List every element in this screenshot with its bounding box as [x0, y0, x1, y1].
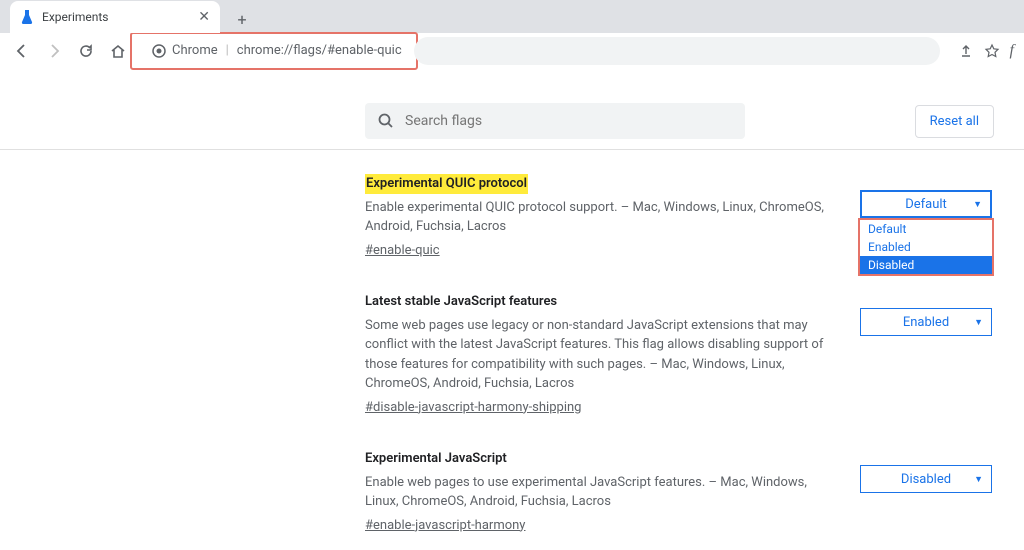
url-highlight-box: Chrome | chrome://flags/#enable-quic [130, 32, 418, 70]
flag-item: Experimental QUIC protocol Enable experi… [365, 174, 994, 260]
flag-hash-link[interactable]: #disable-javascript-harmony-shipping [365, 398, 581, 418]
home-button[interactable] [106, 39, 130, 63]
flag-title: Latest stable JavaScript features [365, 292, 840, 312]
star-icon[interactable] [984, 43, 1000, 59]
forward-button[interactable] [42, 39, 66, 63]
close-icon[interactable]: ✕ [198, 9, 210, 25]
flag-hash-link[interactable]: #enable-javascript-harmony [365, 516, 525, 536]
address-bar[interactable]: Chrome | chrome://flags/#enable-quic [138, 37, 416, 65]
reset-all-button[interactable]: Reset all [915, 105, 994, 138]
search-icon [377, 112, 395, 130]
dropdown-option[interactable]: Enabled [860, 238, 992, 256]
flag-select[interactable]: Enabled ▼ [860, 308, 992, 336]
flag-dropdown: Default Enabled Disabled [858, 218, 994, 276]
browser-tab[interactable]: Experiments ✕ [10, 1, 220, 33]
search-placeholder: Search flags [405, 113, 482, 129]
chevron-down-icon: ▼ [973, 199, 982, 210]
new-tab-button[interactable]: + [228, 5, 256, 33]
flag-title: Experimental JavaScript [365, 449, 840, 469]
flags-list: Experimental QUIC protocol Enable experi… [0, 150, 1024, 550]
flag-item: Latest stable JavaScript features Some w… [365, 292, 994, 417]
chevron-down-icon: ▼ [974, 317, 983, 328]
search-input[interactable]: Search flags [365, 103, 745, 139]
back-button[interactable] [10, 39, 34, 63]
flag-select[interactable]: Default ▼ [860, 190, 992, 218]
address-bar-rest[interactable] [414, 37, 940, 65]
flag-item: Experimental JavaScript Enable web pages… [365, 449, 994, 535]
search-row: Search flags Reset all [0, 93, 1024, 150]
flask-icon [20, 10, 34, 24]
share-icon[interactable] [958, 43, 974, 59]
chevron-down-icon: ▼ [974, 474, 983, 485]
page-content: Search flags Reset all Experimental QUIC… [0, 69, 1024, 550]
url-source: Chrome [172, 43, 218, 58]
url-path: chrome://flags/#enable-quic [237, 43, 402, 58]
chrome-icon [152, 44, 166, 58]
flag-select[interactable]: Disabled ▼ [860, 465, 992, 493]
tab-title: Experiments [42, 10, 109, 24]
dropdown-option[interactable]: Disabled [860, 256, 992, 274]
reload-button[interactable] [74, 39, 98, 63]
flag-description: Enable experimental QUIC protocol suppor… [365, 198, 840, 237]
flag-description: Enable web pages to use experimental Jav… [365, 473, 840, 512]
tab-bar: Experiments ✕ + [0, 0, 1024, 33]
flag-hash-link[interactable]: #enable-quic [365, 241, 440, 261]
dropdown-option[interactable]: Default [860, 220, 992, 238]
flag-title: Experimental QUIC protocol [365, 174, 528, 194]
flag-description: Some web pages use legacy or non-standar… [365, 316, 840, 394]
profile-icon[interactable]: f [1010, 42, 1014, 60]
toolbar: Chrome | chrome://flags/#enable-quic f [0, 33, 1024, 69]
